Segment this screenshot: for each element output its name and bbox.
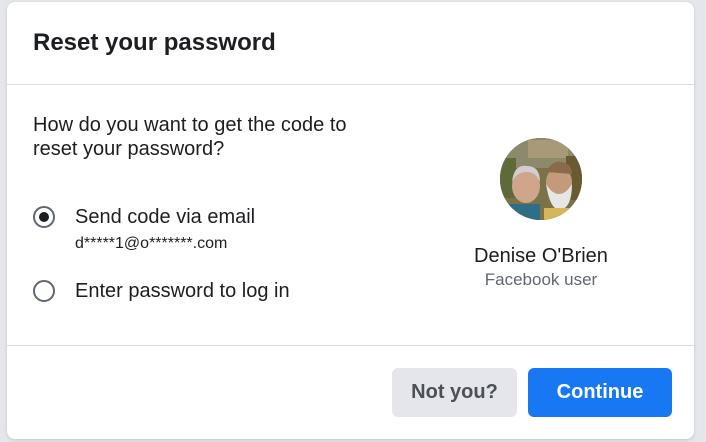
dialog-header: Reset your password	[7, 2, 694, 85]
profile-name: Denise O'Brien	[474, 245, 608, 267]
option-email-label: Send code via email	[75, 206, 256, 228]
account-profile: Denise O'Brien Facebook user	[457, 138, 625, 290]
option-send-code-email[interactable]: Send code via email d*****1@o*******.com	[33, 204, 255, 254]
reset-password-dialog: Reset your password How do you want to g…	[7, 2, 694, 439]
reset-question: How do you want to get the code to reset…	[33, 114, 347, 160]
radio-send-code-email[interactable]	[33, 206, 55, 228]
masked-email: d*****1@o*******.com	[75, 235, 228, 252]
avatar	[500, 138, 582, 220]
radio-enter-password[interactable]	[33, 280, 55, 302]
dialog-title: Reset your password	[33, 29, 276, 56]
dialog-body: How do you want to get the code to reset…	[7, 85, 694, 346]
profile-subtitle: Facebook user	[484, 270, 598, 289]
option-enter-password[interactable]: Enter password to log in	[33, 278, 290, 304]
continue-button[interactable]: Continue	[528, 368, 672, 417]
dialog-footer: Not you? Continue	[7, 346, 694, 439]
option-password-label: Enter password to log in	[75, 280, 290, 302]
not-you-button[interactable]: Not you?	[392, 368, 517, 417]
